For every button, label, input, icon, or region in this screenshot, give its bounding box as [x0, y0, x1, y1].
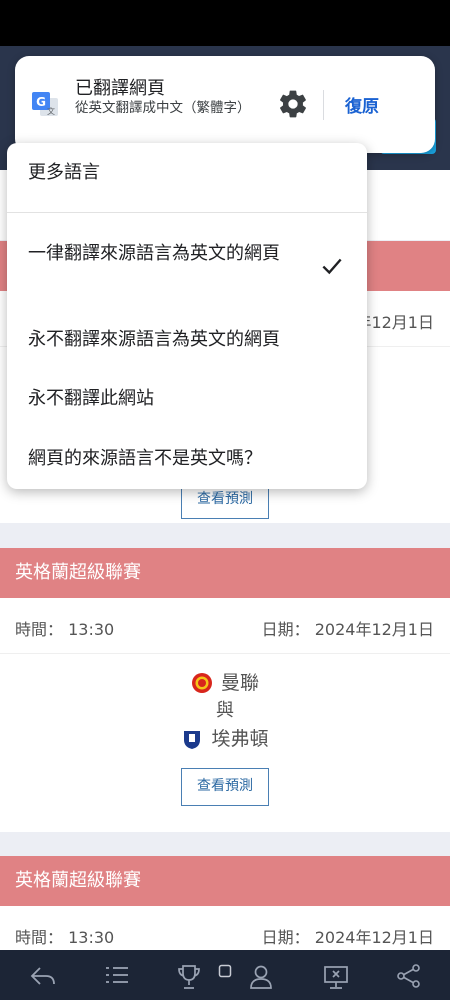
- translate-options-menu: 更多語言 一律翻譯來源語言為英文的網頁 永不翻譯來源語言為英文的網頁 永不翻譯此…: [7, 143, 367, 489]
- menu-item-never-translate-site[interactable]: 永不翻譯此網站: [28, 386, 154, 412]
- menu-item-more-languages[interactable]: 更多語言: [28, 160, 100, 186]
- screen: 日期： 2024年12月1日 查看預測 英格蘭超級聯賽 時間： 13:30 日期…: [0, 0, 450, 1000]
- users-icon[interactable]: [248, 963, 276, 991]
- match-time: 時間： 13:30: [15, 620, 115, 639]
- popup-title: 已翻譯網頁: [75, 78, 165, 99]
- trophy-icon[interactable]: [176, 963, 202, 991]
- bottom-nav: [0, 950, 450, 1000]
- man-united-crest-icon: [191, 673, 212, 693]
- svg-text:文: 文: [47, 106, 55, 116]
- google-translate-icon: G 文: [32, 92, 58, 116]
- match-date: 日期： 2024年12月1日: [261, 928, 434, 947]
- match-teams: 曼聯 與 埃弗頓: [0, 654, 450, 754]
- match-date: 日期： 2024年12月1日: [261, 620, 434, 639]
- home-team: 曼聯: [0, 668, 450, 698]
- checkmark-icon: [322, 258, 342, 275]
- card-info-row: 時間： 13:30 日期： 2024年12月1日: [0, 598, 450, 654]
- match-card: 英格蘭超級聯賽 時間： 13:30 日期： 2024年12月1日: [0, 856, 450, 950]
- match-time: 時間： 13:30: [15, 928, 115, 947]
- status-bar: [0, 0, 450, 46]
- away-team-name: 埃弗頓: [211, 728, 269, 750]
- card-info-row: 時間： 13:30 日期： 2024年12月1日: [0, 906, 450, 950]
- popup-subtitle: 從英文翻譯成中文（繁體字）: [75, 100, 251, 116]
- square-icon: [218, 964, 232, 978]
- menu-item-not-english[interactable]: 網頁的來源語言不是英文嗎？: [28, 446, 262, 472]
- away-team: 埃弗頓: [0, 724, 450, 754]
- versus-label: 與: [216, 700, 234, 721]
- home-team-name: 曼聯: [220, 672, 259, 694]
- gear-icon[interactable]: [277, 88, 309, 120]
- translate-popup: G 文 已翻譯網頁 從英文翻譯成中文（繁體字） 復原: [15, 56, 435, 153]
- card-header: 英格蘭超級聯賽: [0, 856, 450, 906]
- match-card: 英格蘭超級聯賽 時間： 13:30 日期： 2024年12月1日 曼聯 與 埃弗…: [0, 548, 450, 832]
- share-icon[interactable]: [396, 963, 422, 989]
- view-prediction-button[interactable]: 查看預測: [181, 768, 269, 806]
- menu-item-never-translate-language[interactable]: 永不翻譯來源語言為英文的網頁: [28, 327, 280, 353]
- back-icon[interactable]: [29, 963, 57, 989]
- card-header: 英格蘭超級聯賽: [0, 548, 450, 598]
- everton-crest-icon: [184, 731, 201, 749]
- svg-text:G: G: [36, 95, 46, 109]
- menu-divider: [7, 212, 367, 213]
- list-icon[interactable]: [104, 963, 130, 987]
- popup-divider: [323, 90, 324, 120]
- restore-button[interactable]: 復原: [345, 92, 379, 117]
- monitor-icon[interactable]: [322, 963, 350, 991]
- menu-item-always-translate[interactable]: 一律翻譯來源語言為英文的網頁: [28, 241, 304, 267]
